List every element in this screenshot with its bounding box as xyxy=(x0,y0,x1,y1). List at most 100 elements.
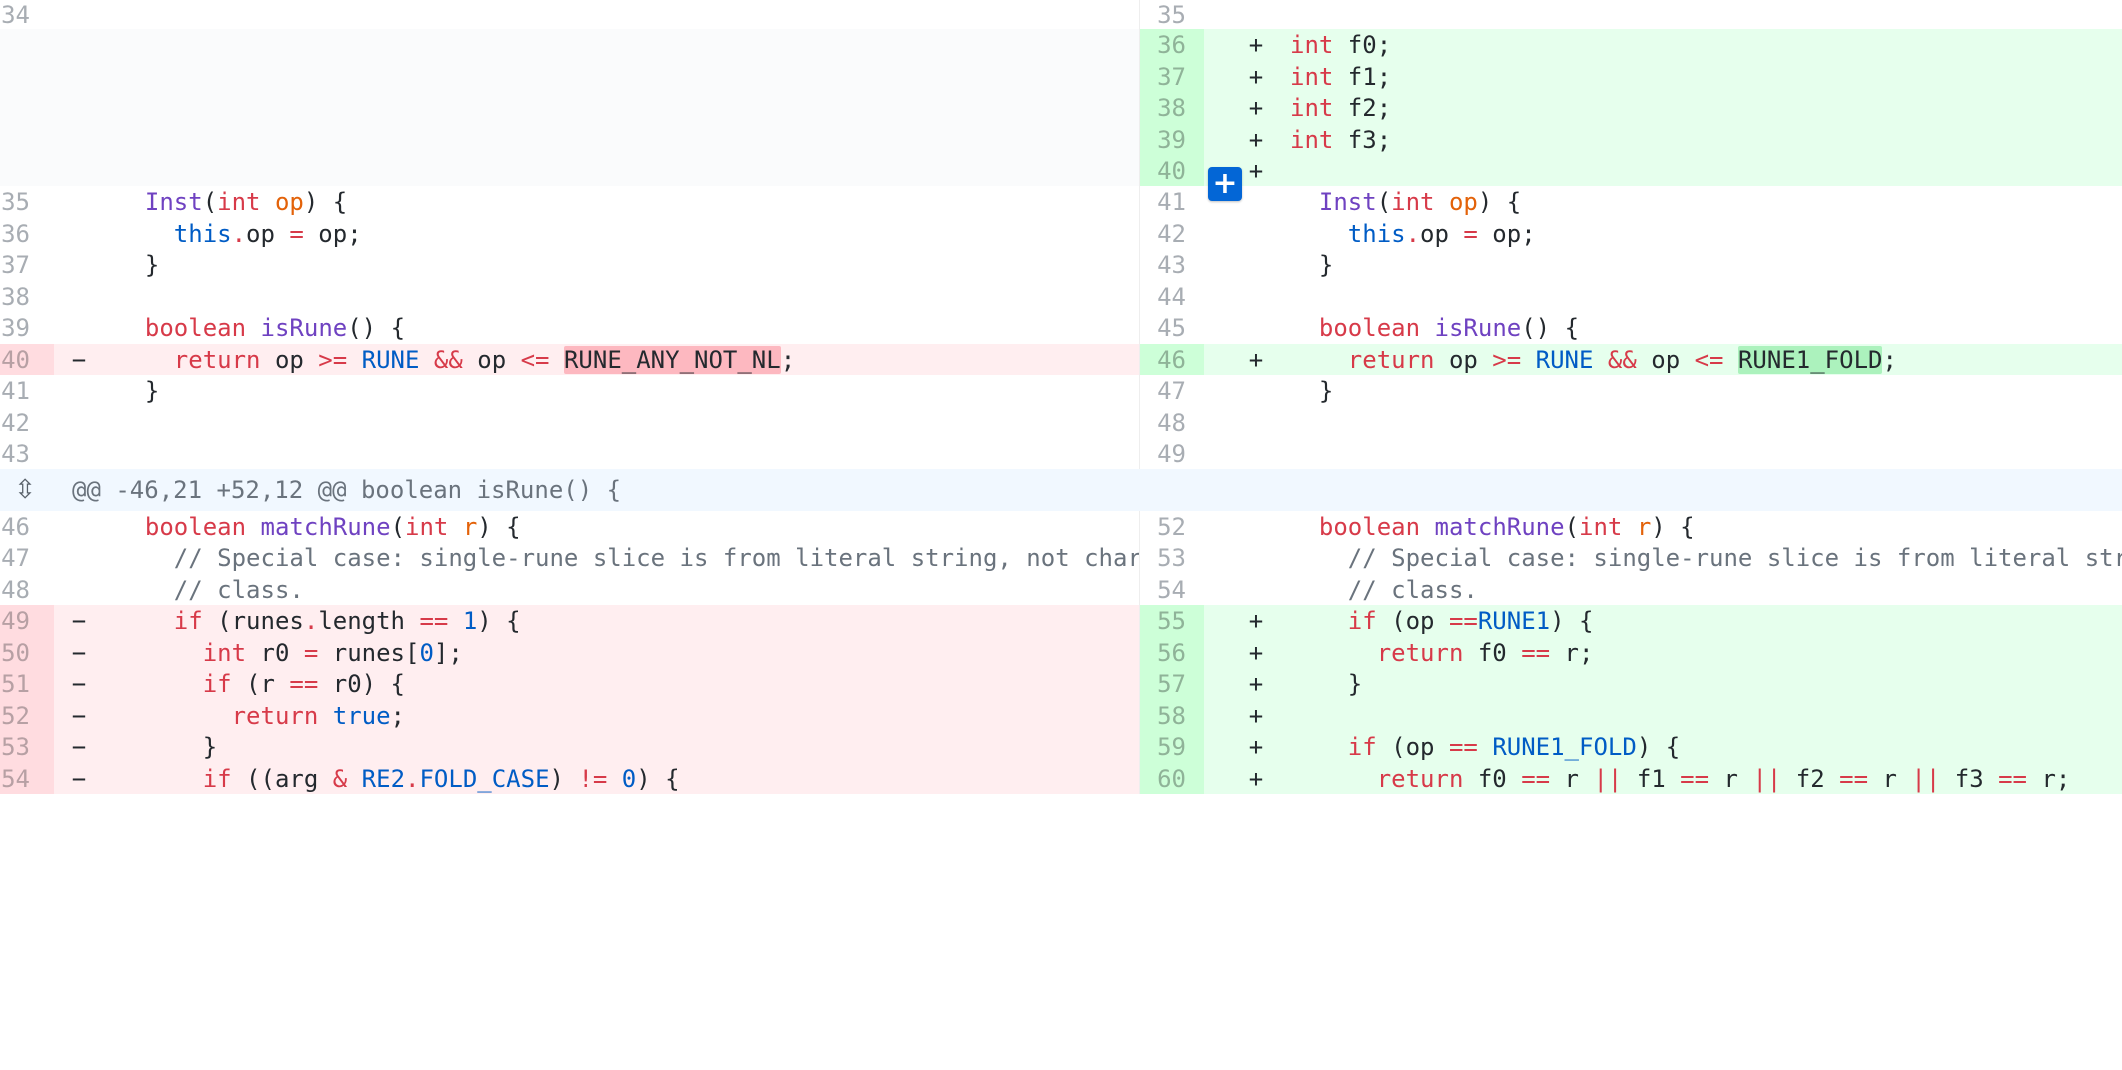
code-token: int xyxy=(1579,512,1623,541)
code-token: op; xyxy=(303,219,362,248)
code-token: } xyxy=(1290,377,1334,405)
line-number[interactable]: 48 xyxy=(1140,407,1204,438)
code-line: boolean isRune() { xyxy=(116,312,405,344)
line-number[interactable] xyxy=(0,155,54,186)
line-number[interactable]: 34 xyxy=(0,0,54,29)
line-number[interactable]: 52 xyxy=(1140,511,1204,542)
code-token: == xyxy=(1680,764,1710,793)
line-number[interactable] xyxy=(0,92,54,124)
line-number[interactable]: 59 xyxy=(1140,731,1204,763)
line-number[interactable]: 40 xyxy=(1140,155,1204,186)
line-number[interactable]: 55 xyxy=(1140,605,1204,637)
split-diff-view: 34 35 36 + int f0; 37 + int f1; 38 + int f2; 39 + int… xyxy=(0,0,2122,1070)
code-token: ; xyxy=(780,345,796,374)
line-number[interactable]: 56 xyxy=(1140,637,1204,668)
line-number[interactable]: 43 xyxy=(0,438,54,469)
line-number[interactable]: 39 xyxy=(0,312,54,344)
code-token: return xyxy=(173,345,261,374)
line-number[interactable]: 43 xyxy=(1140,249,1204,281)
line-number[interactable]: 44 xyxy=(1140,281,1204,312)
code-token: || xyxy=(1752,764,1782,793)
diff-marker xyxy=(64,511,94,542)
line-number[interactable]: 53 xyxy=(1140,542,1204,574)
line-number[interactable]: 47 xyxy=(1140,375,1204,407)
code-token: return xyxy=(1347,345,1435,374)
line-number[interactable]: 54 xyxy=(1140,574,1204,605)
code-token: RUNE1_FOLD xyxy=(1737,345,1883,374)
line-number[interactable]: 49 xyxy=(0,605,54,637)
line-number[interactable]: 41 xyxy=(0,375,54,407)
line-number[interactable]: 47 xyxy=(0,542,54,574)
line-number[interactable]: 48 xyxy=(0,574,54,605)
line-number[interactable]: 36 xyxy=(0,218,54,249)
line-number[interactable]: 52 xyxy=(0,700,54,731)
code-token: != xyxy=(578,764,608,793)
line-number[interactable]: 53 xyxy=(0,731,54,763)
line-number[interactable]: 40 xyxy=(0,344,54,375)
code-token: // class. xyxy=(1347,575,1478,604)
code-line: // Special case: single-rune slice is fr… xyxy=(1290,542,2122,574)
code-line: if (r == r0) { xyxy=(116,668,405,700)
line-number[interactable]: 58 xyxy=(1140,700,1204,731)
line-number[interactable]: 50 xyxy=(0,637,54,668)
line-number[interactable]: 38 xyxy=(1140,92,1204,124)
code-line: } xyxy=(116,731,217,763)
line-number[interactable]: 39 xyxy=(1140,124,1204,155)
line-number[interactable] xyxy=(0,61,54,92)
right-side-cell: 46 + return op >= RUNE && op <= RUNE1_FOL… xyxy=(1140,344,2122,375)
add-comment-button[interactable]: + xyxy=(1208,167,1242,201)
line-number[interactable]: 38 xyxy=(0,281,54,312)
line-number[interactable]: 35 xyxy=(1140,0,1204,29)
code-token: op xyxy=(246,219,290,248)
code-token: && xyxy=(433,345,463,374)
line-number[interactable]: 42 xyxy=(0,407,54,438)
code-token: RUNE xyxy=(361,345,420,374)
line-number[interactable]: 54 xyxy=(0,763,54,794)
line-number[interactable]: 46 xyxy=(0,511,54,542)
left-side-cell xyxy=(0,29,1140,61)
diff-marker xyxy=(1241,281,1271,312)
code-token: ) { xyxy=(636,764,680,793)
line-number[interactable]: 35 xyxy=(0,186,54,218)
deletion-marker: − xyxy=(71,638,87,667)
code-token: f0 xyxy=(1463,638,1522,667)
line-number[interactable]: 51 xyxy=(0,668,54,700)
line-number[interactable]: 42 xyxy=(1140,218,1204,249)
code-token: if xyxy=(173,607,203,635)
code-token: RUNE xyxy=(1535,345,1594,374)
code-token: ) { xyxy=(1651,512,1695,541)
code-token: if xyxy=(202,764,232,793)
line-number[interactable]: 45 xyxy=(1140,312,1204,344)
line-number[interactable]: 60 xyxy=(1140,763,1204,794)
line-number[interactable]: 41 xyxy=(1140,186,1204,218)
deletion-marker: − xyxy=(71,764,87,793)
code-token: >= xyxy=(318,345,348,374)
diff-row: 54− if ((arg & RE2. FOLD_CASE) != 0) {60 +… xyxy=(0,763,2122,794)
code-token: 0 xyxy=(621,764,637,793)
diff-row: 40 + xyxy=(0,155,2122,186)
unfold-icon[interactable]: ⇳ xyxy=(0,469,50,511)
code-line: boolean isRune() { xyxy=(1290,312,1579,344)
line-number[interactable]: 49 xyxy=(1140,438,1204,469)
line-number[interactable]: 46 xyxy=(1140,344,1204,375)
line-number[interactable]: 37 xyxy=(1140,61,1204,92)
line-number[interactable]: 57 xyxy=(1140,668,1204,700)
line-number[interactable]: 36 xyxy=(1140,29,1204,61)
code-line: return true; xyxy=(116,700,405,731)
line-number[interactable] xyxy=(0,29,54,61)
line-number[interactable] xyxy=(0,124,54,155)
left-side-cell: 35 Inst(int op) { xyxy=(0,186,1140,218)
code-token: r xyxy=(1636,512,1652,541)
code-token: ) { xyxy=(1636,733,1681,761)
line-number[interactable]: 37 xyxy=(0,249,54,281)
